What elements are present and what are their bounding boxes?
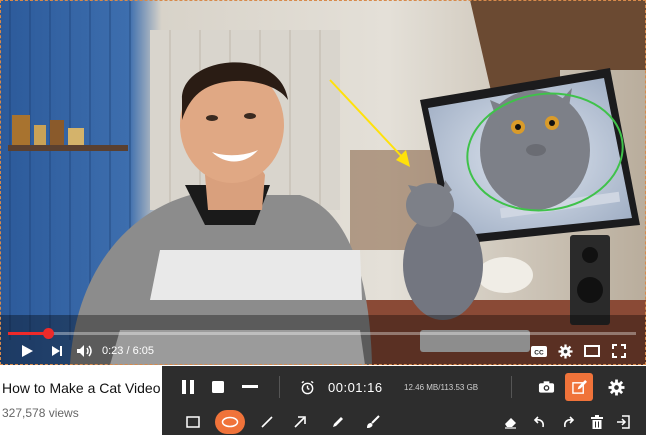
- video-player[interactable]: 0:23 / 6:05 CC: [0, 0, 646, 365]
- file-size-display: 12.46 MB/113.53 GB: [404, 383, 479, 392]
- fullscreen-icon: [612, 344, 626, 358]
- volume-icon: [77, 345, 92, 357]
- stop-button[interactable]: [206, 374, 230, 400]
- theater-mode-icon: [584, 345, 600, 357]
- arrow-tool[interactable]: [289, 412, 311, 432]
- eraser-icon: [504, 418, 516, 429]
- eraser-tool[interactable]: [499, 412, 521, 432]
- arrow-icon: [294, 416, 306, 428]
- toolbar-divider: [511, 376, 512, 398]
- toolbar-divider: [279, 376, 280, 398]
- theater-mode-button[interactable]: [584, 340, 600, 362]
- exit-annotation-button[interactable]: [612, 412, 634, 432]
- fullscreen-button[interactable]: [612, 340, 626, 362]
- recording-timer: 00:01:16: [328, 380, 383, 395]
- minimize-button[interactable]: [238, 374, 262, 400]
- captions-icon: CC: [531, 345, 547, 357]
- pen-icon: [333, 417, 343, 427]
- screenshot-button[interactable]: [534, 374, 558, 400]
- rectangle-icon: [186, 416, 200, 428]
- brush-icon: [367, 415, 380, 428]
- exit-icon: [617, 415, 630, 429]
- view-count: 327,578 views: [2, 406, 79, 420]
- captions-button[interactable]: CC: [530, 340, 548, 362]
- gear-icon: [608, 379, 624, 395]
- schedule-button[interactable]: [295, 374, 319, 400]
- progress-fill: [8, 332, 48, 335]
- redo-icon: [564, 416, 575, 428]
- alarm-clock-icon: [300, 380, 314, 394]
- settings-button[interactable]: [558, 340, 573, 362]
- undo-icon: [533, 416, 544, 428]
- redo-button[interactable]: [558, 412, 580, 432]
- minimize-icon: [242, 385, 258, 388]
- clear-button[interactable]: [586, 412, 608, 432]
- ellipse-icon: [221, 416, 239, 428]
- ellipse-tool[interactable]: [215, 410, 245, 434]
- progress-bar[interactable]: [8, 328, 636, 339]
- volume-button[interactable]: [76, 340, 94, 362]
- next-button[interactable]: [50, 340, 64, 362]
- video-frame: [0, 0, 646, 365]
- line-icon: [261, 416, 273, 428]
- progress-scrubber[interactable]: [42, 328, 54, 339]
- svg-text:CC: CC: [534, 349, 544, 356]
- pen-tool[interactable]: [327, 412, 349, 432]
- play-icon: [22, 345, 33, 357]
- camera-icon: [538, 381, 554, 393]
- line-tool[interactable]: [256, 412, 278, 432]
- pause-icon: [182, 380, 194, 394]
- trash-icon: [591, 415, 603, 429]
- edit-icon: [571, 379, 587, 394]
- skip-next-icon: [52, 346, 62, 356]
- play-button[interactable]: [20, 340, 34, 362]
- recorder-toolbar: 00:01:16 12.46 MB/113.53 GB: [162, 366, 646, 435]
- time-display: 0:23 / 6:05: [102, 345, 154, 357]
- gear-icon: [558, 343, 573, 359]
- video-title[interactable]: How to Make a Cat Video: [2, 380, 161, 396]
- annotate-button[interactable]: [565, 373, 593, 401]
- stop-icon: [212, 381, 224, 393]
- brush-tool[interactable]: [362, 412, 384, 432]
- recorder-settings-button[interactable]: [604, 374, 628, 400]
- pause-button[interactable]: [176, 374, 200, 400]
- undo-button[interactable]: [528, 412, 550, 432]
- rectangle-tool[interactable]: [182, 412, 204, 432]
